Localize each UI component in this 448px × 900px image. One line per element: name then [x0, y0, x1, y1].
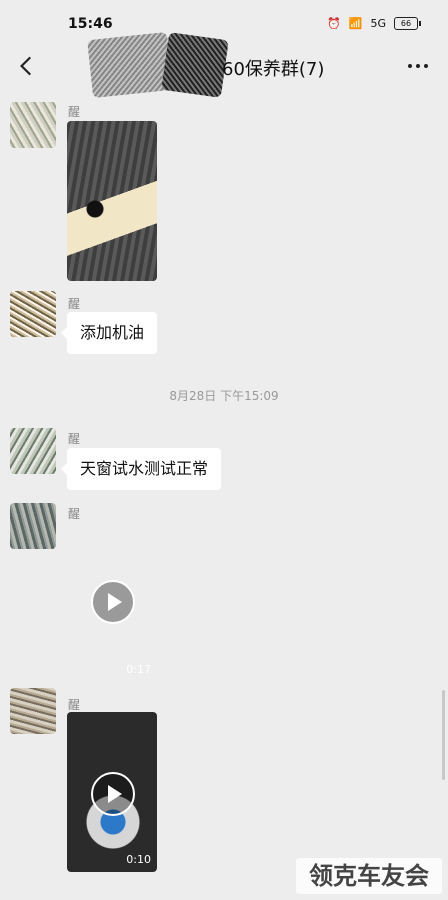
- redaction-scribble: [87, 31, 173, 99]
- alarm-icon: ⏰: [327, 17, 341, 30]
- more-options-icon[interactable]: [408, 64, 428, 68]
- status-icons: ⏰ 📶 5G 66: [327, 17, 421, 30]
- watermark: 领克车友会: [296, 858, 442, 894]
- chat-timestamp: 8月28日 下午15:09: [169, 389, 279, 403]
- status-time: 15:46: [68, 16, 113, 32]
- sender-name: 醒: [68, 698, 81, 712]
- chat-header: 60保养群(7): [0, 31, 448, 99]
- chat-title: 60保养群(7): [222, 59, 325, 80]
- sender-name: 醒: [68, 507, 81, 521]
- play-icon[interactable]: [91, 580, 135, 624]
- video-message[interactable]: 0:17: [67, 522, 157, 682]
- video-duration: 0:17: [126, 663, 151, 676]
- back-chevron-icon[interactable]: [14, 53, 40, 79]
- message-bubble[interactable]: 添加机油: [60, 312, 158, 354]
- engine-oil-photo[interactable]: [67, 121, 157, 281]
- sender-name: 醒: [68, 297, 81, 311]
- message-bubble[interactable]: 天窗试水测试正常: [60, 448, 222, 490]
- video-duration: 0:10: [126, 853, 151, 866]
- scrollbar[interactable]: [442, 690, 445, 780]
- avatar[interactable]: [10, 688, 56, 734]
- avatar[interactable]: [10, 291, 56, 337]
- sender-name: 醒: [68, 105, 81, 119]
- avatar[interactable]: [10, 503, 56, 549]
- play-icon[interactable]: [91, 772, 135, 816]
- redaction-scribble: [161, 32, 229, 98]
- video-message[interactable]: 0:10: [67, 712, 157, 872]
- network-label: 5G: [370, 17, 386, 30]
- sender-name: 醒: [68, 432, 81, 446]
- battery-icon: 66: [394, 17, 421, 30]
- avatar[interactable]: [10, 428, 56, 474]
- avatar[interactable]: [10, 102, 56, 148]
- wifi-icon: 📶: [348, 17, 363, 30]
